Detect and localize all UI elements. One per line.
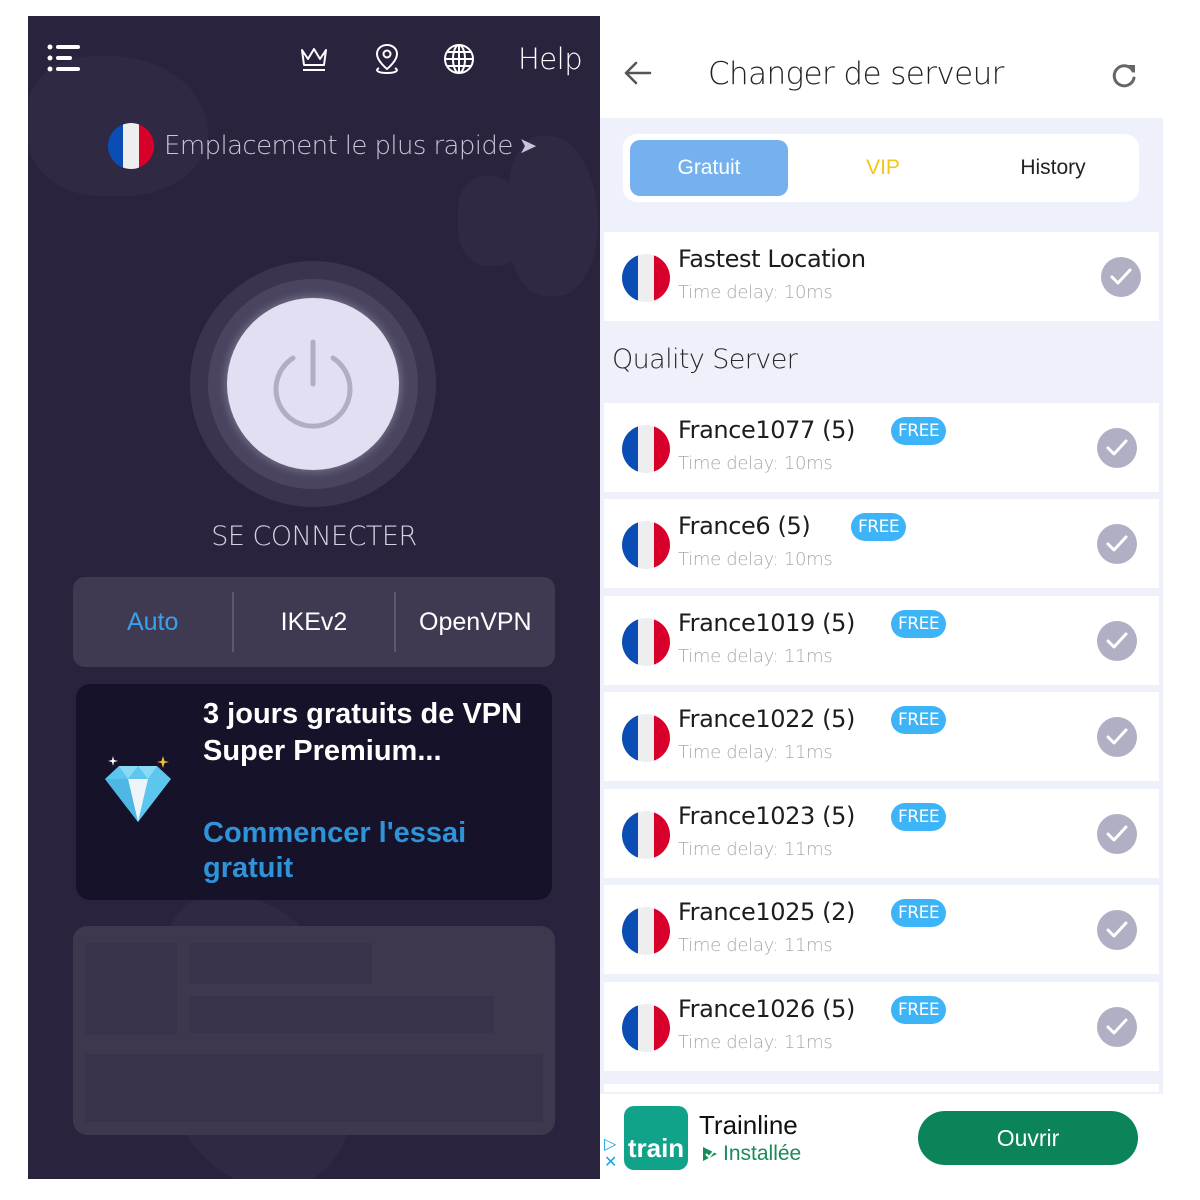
check-icon — [1097, 621, 1137, 661]
server-name: Fastest Location — [678, 245, 866, 273]
time-delay: Time delay: 10ms — [678, 549, 833, 570]
free-badge: FREE — [891, 899, 947, 927]
protocol-ikev2[interactable]: IKEv2 — [234, 592, 393, 652]
open-app-button[interactable]: Ouvrir — [918, 1111, 1138, 1165]
power-icon — [273, 339, 353, 429]
ad-status-label: Installée — [723, 1142, 802, 1165]
server-list-panel: Changer de serveur Gratuit VIP History F… — [600, 16, 1163, 1179]
ad-install-status: Installée — [701, 1142, 801, 1166]
time-delay: Time delay: 11ms — [678, 839, 833, 860]
server-row-partial — [604, 1084, 1159, 1092]
server-tabs: Gratuit VIP History — [623, 134, 1139, 202]
menu-list-icon[interactable] — [46, 42, 82, 74]
time-delay: Time delay: 11ms — [678, 935, 833, 956]
check-icon — [1097, 1007, 1137, 1047]
refresh-icon[interactable] — [1110, 62, 1138, 95]
server-name: France6 (5) — [678, 512, 811, 540]
crown-icon[interactable] — [298, 44, 330, 74]
page-title: Changer de serveur — [708, 56, 1004, 92]
tab-vip[interactable]: VIP — [813, 140, 953, 196]
time-delay: Time delay: 10ms — [678, 453, 833, 474]
free-badge: FREE — [891, 706, 947, 734]
check-icon — [1097, 428, 1137, 468]
vpn-home-panel: Help Emplacement le plus rapide ➤ SE CON… — [28, 16, 600, 1179]
free-badge: FREE — [891, 417, 947, 445]
fastest-location-row[interactable]: Fastest Location Time delay: 10ms — [604, 232, 1159, 321]
top-bar: Help — [28, 16, 600, 106]
location-label: Emplacement le plus rapide — [164, 131, 513, 161]
free-badge: FREE — [891, 996, 947, 1024]
time-delay: Time delay: 11ms — [678, 646, 833, 667]
location-selector[interactable]: Emplacement le plus rapide ➤ — [108, 121, 537, 171]
ad-banner[interactable]: ▷ ✕ train Trainline Installée Ouvrir — [600, 1094, 1163, 1179]
arrow-left-icon[interactable] — [622, 60, 652, 91]
server-header: Changer de serveur — [600, 16, 1163, 118]
connect-label: SE CONNECTER — [211, 521, 417, 552]
free-badge: FREE — [891, 803, 947, 831]
installed-check-icon — [703, 1147, 717, 1161]
check-icon — [1097, 910, 1137, 950]
globe-icon[interactable] — [442, 42, 476, 76]
diamond-icon — [105, 756, 171, 822]
connect-button[interactable] — [227, 298, 399, 470]
section-title: Quality Server — [612, 344, 798, 375]
placeholder-block — [189, 943, 372, 984]
france-flag-icon — [622, 811, 670, 859]
free-badge: FREE — [891, 610, 947, 638]
server-name: France1077 (5) — [678, 416, 855, 444]
check-icon — [1097, 717, 1137, 757]
tab-gratuit[interactable]: Gratuit — [630, 140, 788, 196]
server-row[interactable]: France6 (5) FREE Time delay: 10ms — [604, 499, 1159, 588]
france-flag-icon — [108, 123, 154, 169]
check-icon — [1097, 814, 1137, 854]
ad-placeholder — [73, 926, 555, 1135]
free-badge: FREE — [851, 513, 907, 541]
server-name: France1025 (2) — [678, 898, 855, 926]
tab-history[interactable]: History — [983, 140, 1123, 196]
time-delay: Time delay: 10ms — [678, 282, 833, 303]
placeholder-block — [189, 996, 494, 1033]
placeholder-block — [85, 1054, 543, 1122]
server-name: France1019 (5) — [678, 609, 855, 637]
premium-trial-banner[interactable]: 3 jours gratuits de VPN Super Premium...… — [76, 684, 552, 900]
time-delay: Time delay: 11ms — [678, 1032, 833, 1053]
france-flag-icon — [622, 425, 670, 473]
france-flag-icon — [622, 521, 670, 569]
server-name: France1023 (5) — [678, 802, 855, 830]
ad-app-name: Trainline — [699, 1110, 798, 1140]
server-row[interactable]: France1019 (5) FREE Time delay: 11ms — [604, 596, 1159, 685]
server-row[interactable]: France1077 (5) FREE Time delay: 10ms — [604, 403, 1159, 492]
protocol-selector: Auto IKEv2 OpenVPN — [73, 577, 555, 667]
map-pin-icon[interactable] — [370, 42, 404, 76]
france-flag-icon — [622, 907, 670, 955]
help-link[interactable]: Help — [518, 42, 583, 76]
server-row[interactable]: France1022 (5) FREE Time delay: 11ms — [604, 692, 1159, 781]
france-flag-icon — [622, 618, 670, 666]
start-trial-link[interactable]: Commencer l'essai gratuit — [203, 816, 533, 886]
server-name: France1026 (5) — [678, 995, 855, 1023]
adchoices-icon[interactable]: ▷ ✕ — [604, 1136, 617, 1172]
check-icon — [1097, 524, 1137, 564]
time-delay: Time delay: 11ms — [678, 742, 833, 763]
server-row[interactable]: France1025 (2) FREE Time delay: 11ms — [604, 885, 1159, 974]
check-icon — [1101, 257, 1141, 297]
placeholder-block — [85, 943, 177, 1035]
protocol-auto[interactable]: Auto — [73, 592, 232, 652]
server-row[interactable]: France1023 (5) FREE Time delay: 11ms — [604, 789, 1159, 878]
france-flag-icon — [622, 1004, 670, 1052]
server-name: France1022 (5) — [678, 705, 855, 733]
protocol-openvpn[interactable]: OpenVPN — [396, 592, 555, 652]
server-row[interactable]: France1026 (5) FREE Time delay: 11ms — [604, 982, 1159, 1071]
chevron-right-icon: ➤ — [518, 133, 538, 158]
trainline-app-icon: train — [624, 1106, 688, 1170]
france-flag-icon — [622, 254, 670, 302]
france-flag-icon — [622, 714, 670, 762]
promo-title: 3 jours gratuits de VPN Super Premium... — [203, 698, 523, 767]
